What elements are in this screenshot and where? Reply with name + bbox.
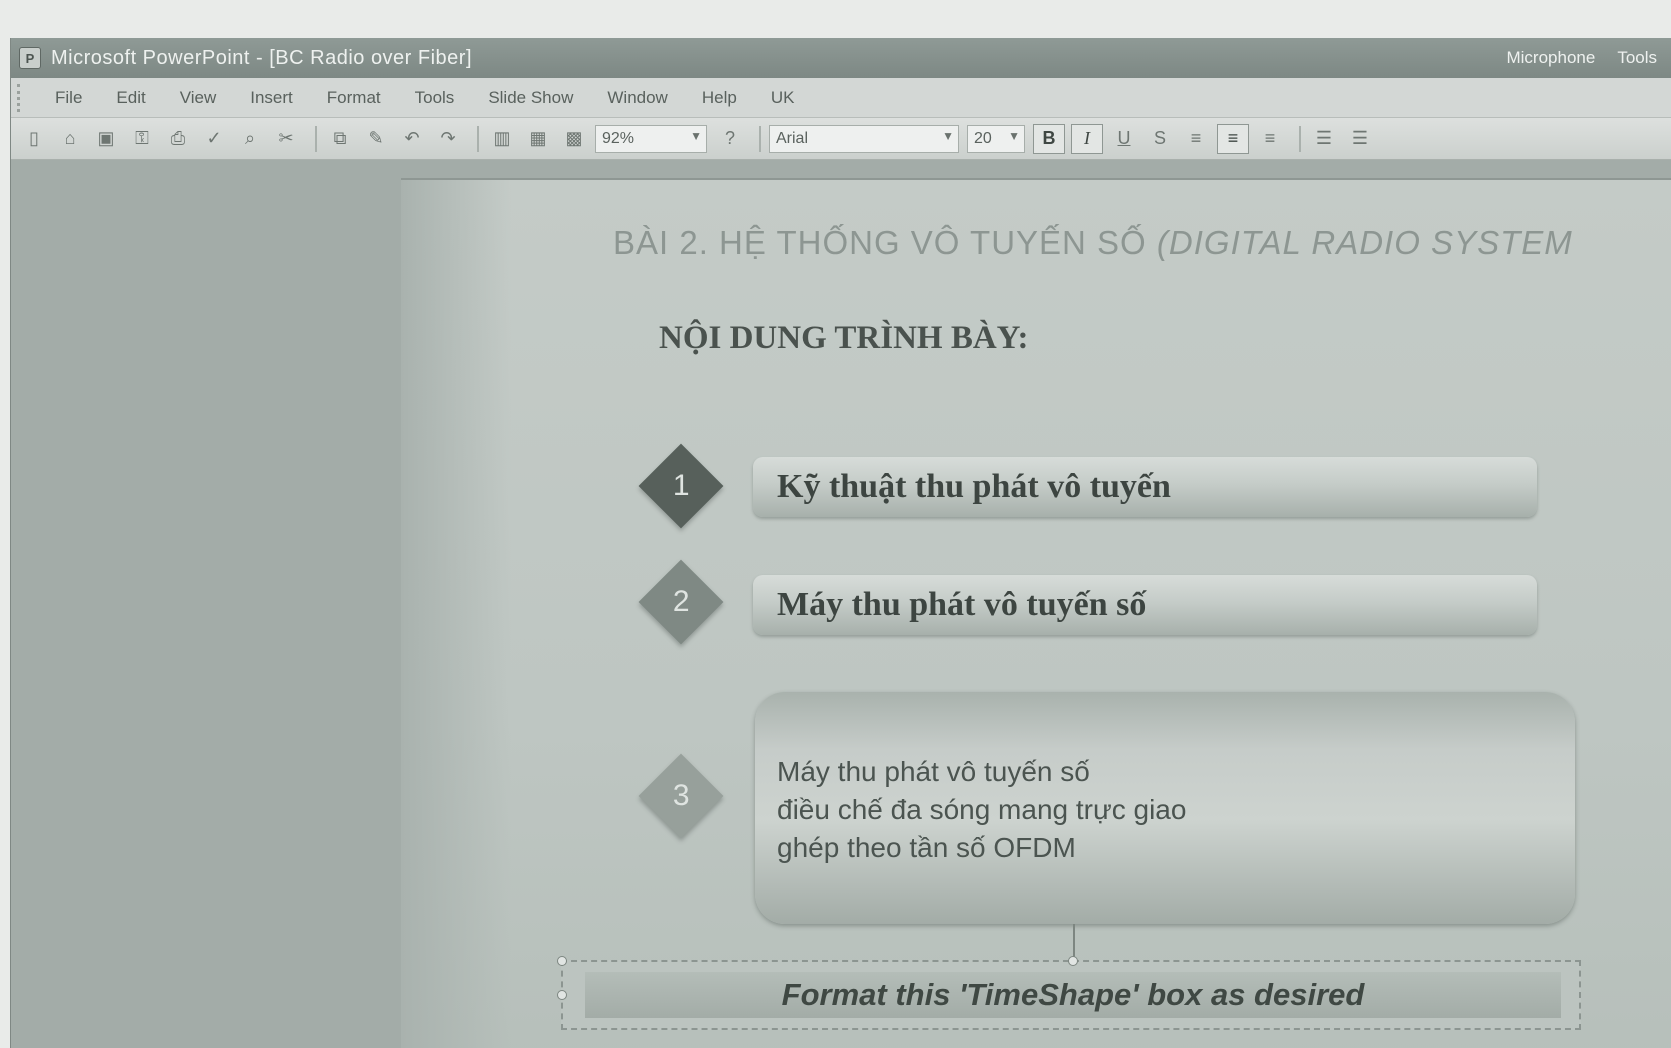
microphone-button[interactable]: Microphone	[1506, 48, 1595, 68]
timeshape-label: Format this 'TimeShape' box as desired	[585, 972, 1561, 1018]
menu-file[interactable]: File	[55, 88, 82, 108]
menu-help[interactable]: Help	[702, 88, 737, 108]
diamond-number-3: 3	[638, 753, 724, 839]
item-2-label: Máy thu phát vô tuyến số	[777, 586, 1147, 623]
slide-title[interactable]: BÀI 2. HỆ THỐNG VÔ TUYẾN SỐ (DIGITAL RAD…	[613, 224, 1671, 262]
help-icon[interactable]: ?	[715, 125, 745, 153]
show-grid-icon[interactable]: ▩	[559, 125, 589, 153]
bullets-icon[interactable]: ☰	[1345, 125, 1375, 153]
zoom-select[interactable]: 92% ▼	[595, 124, 707, 153]
window-title: Microsoft PowerPoint - [BC Radio over Fi…	[51, 46, 473, 69]
align-center-icon[interactable]: ≡	[1217, 123, 1249, 154]
save-icon[interactable]: ▣	[91, 125, 121, 153]
resize-handle[interactable]	[557, 956, 567, 966]
item-number: 1	[672, 469, 690, 502]
menu-uk[interactable]: UK	[771, 88, 795, 108]
item-2-box[interactable]: Máy thu phát vô tuyến số	[753, 575, 1537, 635]
diamond-number-2: 2	[638, 559, 724, 645]
toolbar-separator	[477, 125, 479, 152]
item-3-line-2: điều chế đa sóng mang trực giao	[777, 794, 1187, 825]
open-icon[interactable]: ⌂	[55, 125, 85, 153]
standard-toolbar: ▯ ⌂ ▣ ⚿ ⎙ ✓ ⌕ ✂ ⧉ ✎ ↶ ↷ ▥ ▦ ▩ 92% ▼ ? Ar…	[11, 118, 1671, 160]
menu-view[interactable]: View	[180, 88, 217, 108]
item-3-line-1: Máy thu phát vô tuyến số	[777, 756, 1090, 787]
toolbar-separator	[315, 125, 317, 152]
item-number: 3	[672, 779, 690, 812]
shadow-button[interactable]: S	[1145, 125, 1175, 153]
menu-format[interactable]: Format	[327, 88, 381, 108]
powerpoint-app-icon[interactable]: P	[19, 47, 41, 69]
font-size-value: 20	[974, 129, 992, 147]
slide-shadow	[401, 180, 511, 1048]
timeshape-box[interactable]: Format this 'TimeShape' box as desired	[557, 956, 1581, 1030]
chevron-down-icon: ▼	[1008, 128, 1020, 143]
copy-icon[interactable]: ⧉	[325, 125, 355, 153]
tools-button[interactable]: Tools	[1617, 48, 1657, 68]
print-icon[interactable]: ⎙	[163, 125, 193, 153]
menu-bar: File Edit View Insert Format Tools Slide…	[11, 78, 1671, 118]
toolbar-grip-handle[interactable]	[17, 83, 47, 112]
item-3-line-3: ghép theo tần số OFDM	[777, 832, 1076, 863]
cut-icon[interactable]: ✂	[271, 125, 301, 153]
redo-icon[interactable]: ↷	[433, 125, 463, 153]
menu-edit[interactable]: Edit	[116, 88, 145, 108]
insert-table-icon[interactable]: ▦	[523, 125, 553, 153]
insert-chart-icon[interactable]: ▥	[487, 125, 517, 153]
powerpoint-window: P Microsoft PowerPoint - [BC Radio over …	[10, 38, 1671, 1048]
resize-handle[interactable]	[1068, 956, 1078, 966]
title-bar: P Microsoft PowerPoint - [BC Radio over …	[11, 38, 1671, 78]
item-3-box[interactable]: Máy thu phát vô tuyến số điều chế đa són…	[755, 692, 1575, 924]
align-left-icon[interactable]: ≡	[1181, 125, 1211, 153]
chevron-down-icon: ▼	[942, 128, 954, 143]
font-name-select[interactable]: Arial ▼	[769, 124, 959, 153]
toolbar-separator	[1299, 125, 1301, 152]
item-1-box[interactable]: Kỹ thuật thu phát vô tuyến	[753, 457, 1537, 517]
menu-window[interactable]: Window	[607, 88, 667, 108]
zoom-value: 92%	[602, 129, 635, 147]
diamond-number-1: 1	[638, 443, 724, 529]
slide-canvas[interactable]: BÀI 2. HỆ THỐNG VÔ TUYẾN SỐ (DIGITAL RAD…	[401, 178, 1671, 1048]
item-number: 2	[672, 585, 690, 618]
spelling-icon[interactable]: ✓	[199, 125, 229, 153]
slide-title-italic: (DIGITAL RADIO SYSTEM	[1156, 224, 1573, 261]
item-1-label: Kỹ thuật thu phát vô tuyến	[777, 468, 1171, 505]
toolbar-separator	[759, 125, 761, 152]
chevron-down-icon: ▼	[690, 128, 702, 143]
format-painter-icon[interactable]: ✎	[361, 125, 391, 153]
new-icon[interactable]: ▯	[19, 125, 49, 153]
content-heading[interactable]: NỘI DUNG TRÌNH BÀY:	[659, 320, 1028, 357]
font-size-select[interactable]: 20 ▼	[967, 124, 1025, 153]
undo-icon[interactable]: ↶	[397, 125, 427, 153]
menu-slide-show[interactable]: Slide Show	[488, 88, 573, 108]
bold-button[interactable]: B	[1033, 123, 1065, 154]
research-icon[interactable]: ⌕	[235, 125, 265, 153]
italic-button[interactable]: I	[1071, 123, 1103, 154]
slide-title-main: BÀI 2. HỆ THỐNG VÔ TUYẾN SỐ	[613, 224, 1157, 261]
menu-tools[interactable]: Tools	[415, 88, 455, 108]
underline-button[interactable]: U	[1109, 125, 1139, 153]
numbering-icon[interactable]: ☰	[1309, 125, 1339, 153]
resize-handle[interactable]	[557, 990, 567, 1000]
font-name-value: Arial	[776, 129, 809, 147]
menu-insert[interactable]: Insert	[250, 88, 293, 108]
align-right-icon[interactable]: ≡	[1255, 125, 1285, 153]
slide-editing-area: BÀI 2. HỆ THỐNG VÔ TUYẾN SỐ (DIGITAL RAD…	[11, 160, 1671, 1048]
permission-icon[interactable]: ⚿	[127, 125, 157, 153]
